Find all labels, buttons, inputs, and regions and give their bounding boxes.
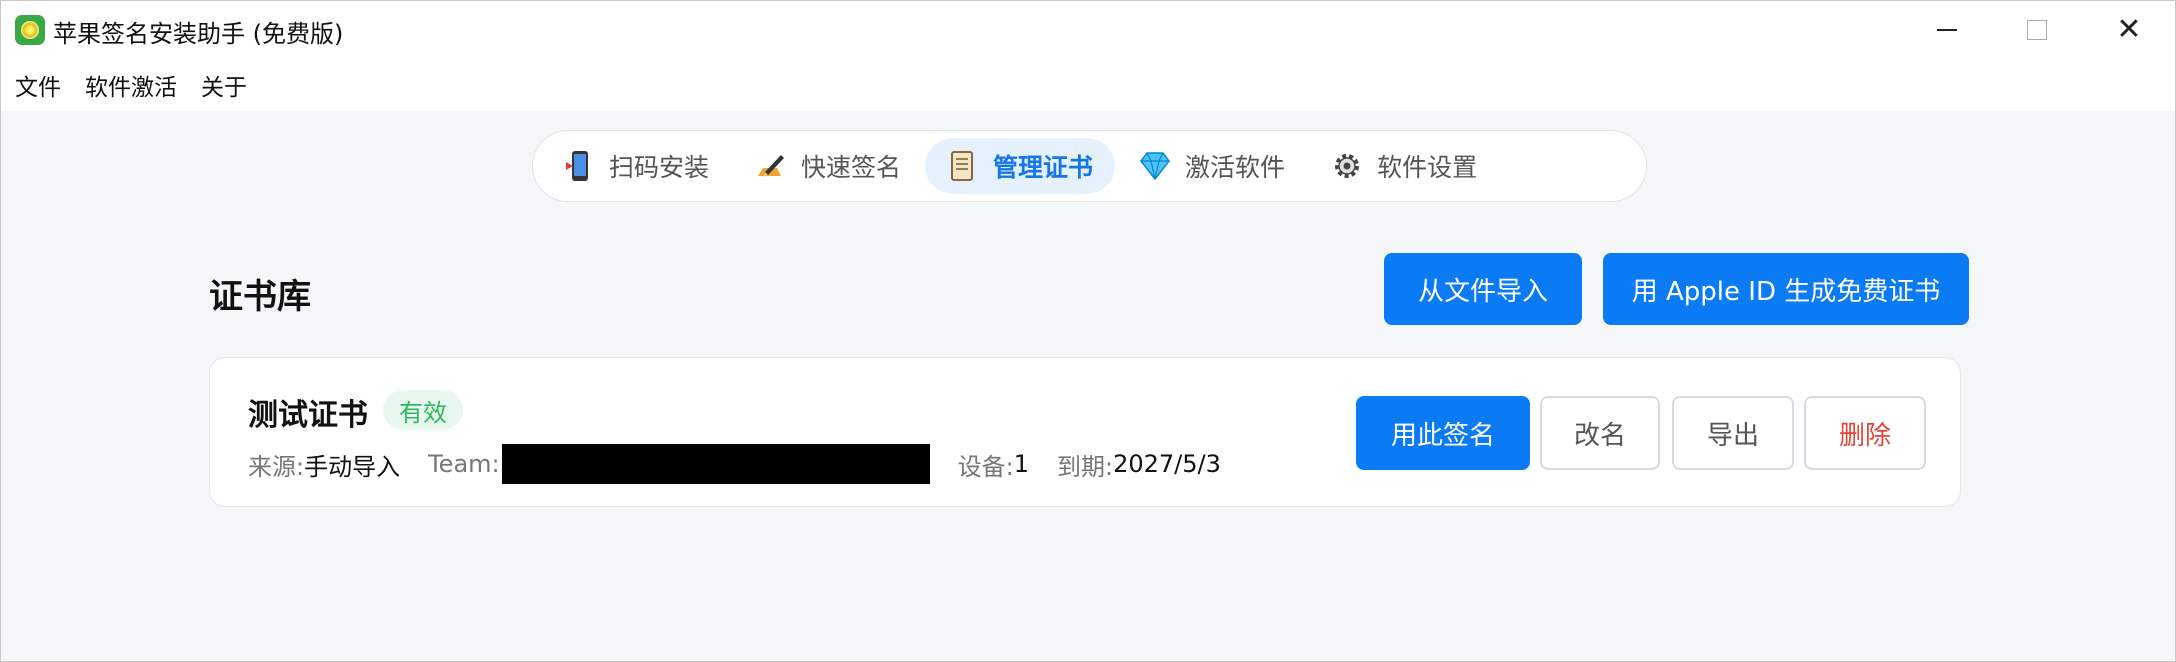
export-button[interactable]: 导出 bbox=[1672, 396, 1794, 470]
sign-with-this-button[interactable]: 用此签名 bbox=[1356, 396, 1530, 470]
phone-icon bbox=[563, 150, 595, 182]
tab-manage-certs[interactable]: 管理证书 bbox=[925, 138, 1116, 194]
title-bar: 苹果签名安装助手 (免费版) ✕ bbox=[1, 1, 2175, 59]
source-value: 手动导入 bbox=[304, 452, 401, 481]
pen-icon bbox=[755, 150, 787, 182]
tab-label: 激活软件 bbox=[1185, 153, 1286, 182]
delete-button[interactable]: 删除 bbox=[1804, 396, 1926, 470]
devices-label: 设备: bbox=[957, 452, 1014, 481]
tab-label: 管理证书 bbox=[993, 153, 1094, 182]
certificate-card: 测试证书 有效 来源: 手动导入 Team: 设备: 1 到期: 2027/5/… bbox=[209, 357, 1961, 507]
certificate-meta: 来源: 手动导入 Team: 设备: 1 到期: 2027/5/3 bbox=[248, 444, 1221, 484]
tab-label: 软件设置 bbox=[1377, 153, 1478, 182]
window-title: 苹果签名安装助手 (免费版) bbox=[53, 20, 344, 48]
import-from-file-button[interactable]: 从文件导入 bbox=[1384, 253, 1582, 325]
tab-scan-install[interactable]: 扫码安装 bbox=[541, 138, 731, 194]
minimize-icon bbox=[1937, 29, 1957, 31]
team-id-redacted bbox=[501, 444, 930, 484]
tab-bar: 扫码安装 快速签名 管理证书 激活软件 软件设置 bbox=[532, 130, 1647, 202]
tab-settings[interactable]: 软件设置 bbox=[1309, 138, 1499, 194]
app-logo-icon bbox=[15, 15, 45, 45]
tab-quick-sign[interactable]: 快速签名 bbox=[733, 138, 923, 194]
app-window: 苹果签名安装助手 (免费版) ✕ 文件 软件激活 关于 扫码安装 快速签名 管理… bbox=[0, 0, 2176, 662]
page-title: 证书库 bbox=[209, 277, 311, 317]
certificate-name: 测试证书 bbox=[248, 398, 368, 433]
menu-about[interactable]: 关于 bbox=[201, 68, 247, 102]
tab-activate[interactable]: 激活软件 bbox=[1117, 138, 1307, 194]
tab-label: 快速签名 bbox=[801, 153, 902, 182]
gear-icon bbox=[1331, 150, 1363, 182]
close-button[interactable]: ✕ bbox=[2083, 1, 2175, 59]
menu-bar: 文件 软件激活 关于 bbox=[1, 59, 2175, 111]
diamond-icon bbox=[1139, 150, 1171, 182]
team-label: Team: bbox=[428, 450, 500, 478]
close-icon: ✕ bbox=[2116, 12, 2142, 47]
expiry-value: 2027/5/3 bbox=[1113, 450, 1221, 478]
source-label: 来源: bbox=[248, 452, 305, 481]
generate-apple-id-cert-button[interactable]: 用 Apple ID 生成免费证书 bbox=[1603, 253, 1969, 325]
menu-file[interactable]: 文件 bbox=[15, 68, 61, 102]
scroll-icon bbox=[947, 150, 979, 182]
menu-activation[interactable]: 软件激活 bbox=[85, 68, 177, 102]
devices-value: 1 bbox=[1013, 450, 1029, 478]
status-badge: 有效 bbox=[383, 390, 463, 430]
tab-label: 扫码安装 bbox=[609, 153, 710, 182]
expiry-label: 到期: bbox=[1057, 452, 1114, 481]
maximize-button[interactable] bbox=[1991, 1, 2083, 59]
rename-button[interactable]: 改名 bbox=[1540, 396, 1660, 470]
minimize-button[interactable] bbox=[1901, 1, 1993, 59]
maximize-icon bbox=[2027, 20, 2047, 40]
